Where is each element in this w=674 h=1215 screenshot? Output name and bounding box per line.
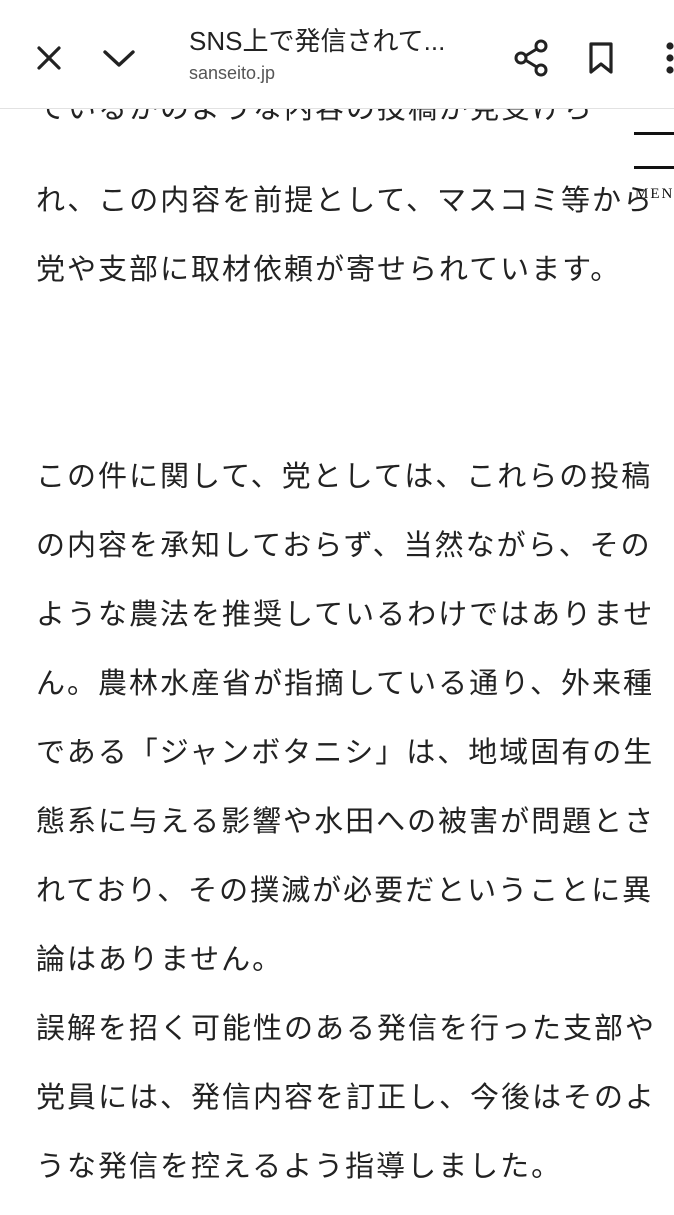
- chevron-down-icon[interactable]: [95, 34, 143, 82]
- page-title-block[interactable]: SNS上で発信されて... sanseito.jp: [189, 24, 489, 84]
- menu-line-top: [634, 132, 674, 135]
- more-vert-icon[interactable]: [646, 34, 674, 82]
- article-paragraph-1: れ、この内容を前提として、マスコミ等から党や支部に取材依頼が寄せられています。: [36, 183, 654, 286]
- menu-button[interactable]: MENU: [632, 126, 674, 210]
- article-paragraph-2: この件に関して、党としては、これらの投稿の内容を承知しておらず、当然ながら、その…: [36, 459, 656, 976]
- page-url: sanseito.jp: [189, 63, 276, 83]
- share-icon[interactable]: [507, 34, 555, 82]
- browser-top-bar: SNS上で発信されて... sanseito.jp: [0, 0, 674, 109]
- menu-label: MENU: [635, 186, 674, 202]
- article-paragraph-3: 誤解を招く可能性のある発信を行った支部や党員には、発信内容を訂正し、今後はそのよ…: [36, 1011, 657, 1183]
- bookmark-icon[interactable]: [577, 34, 625, 82]
- menu-line-bottom: [634, 166, 674, 169]
- page-title: SNS上で発信されて...: [189, 26, 446, 56]
- close-icon[interactable]: [25, 34, 73, 82]
